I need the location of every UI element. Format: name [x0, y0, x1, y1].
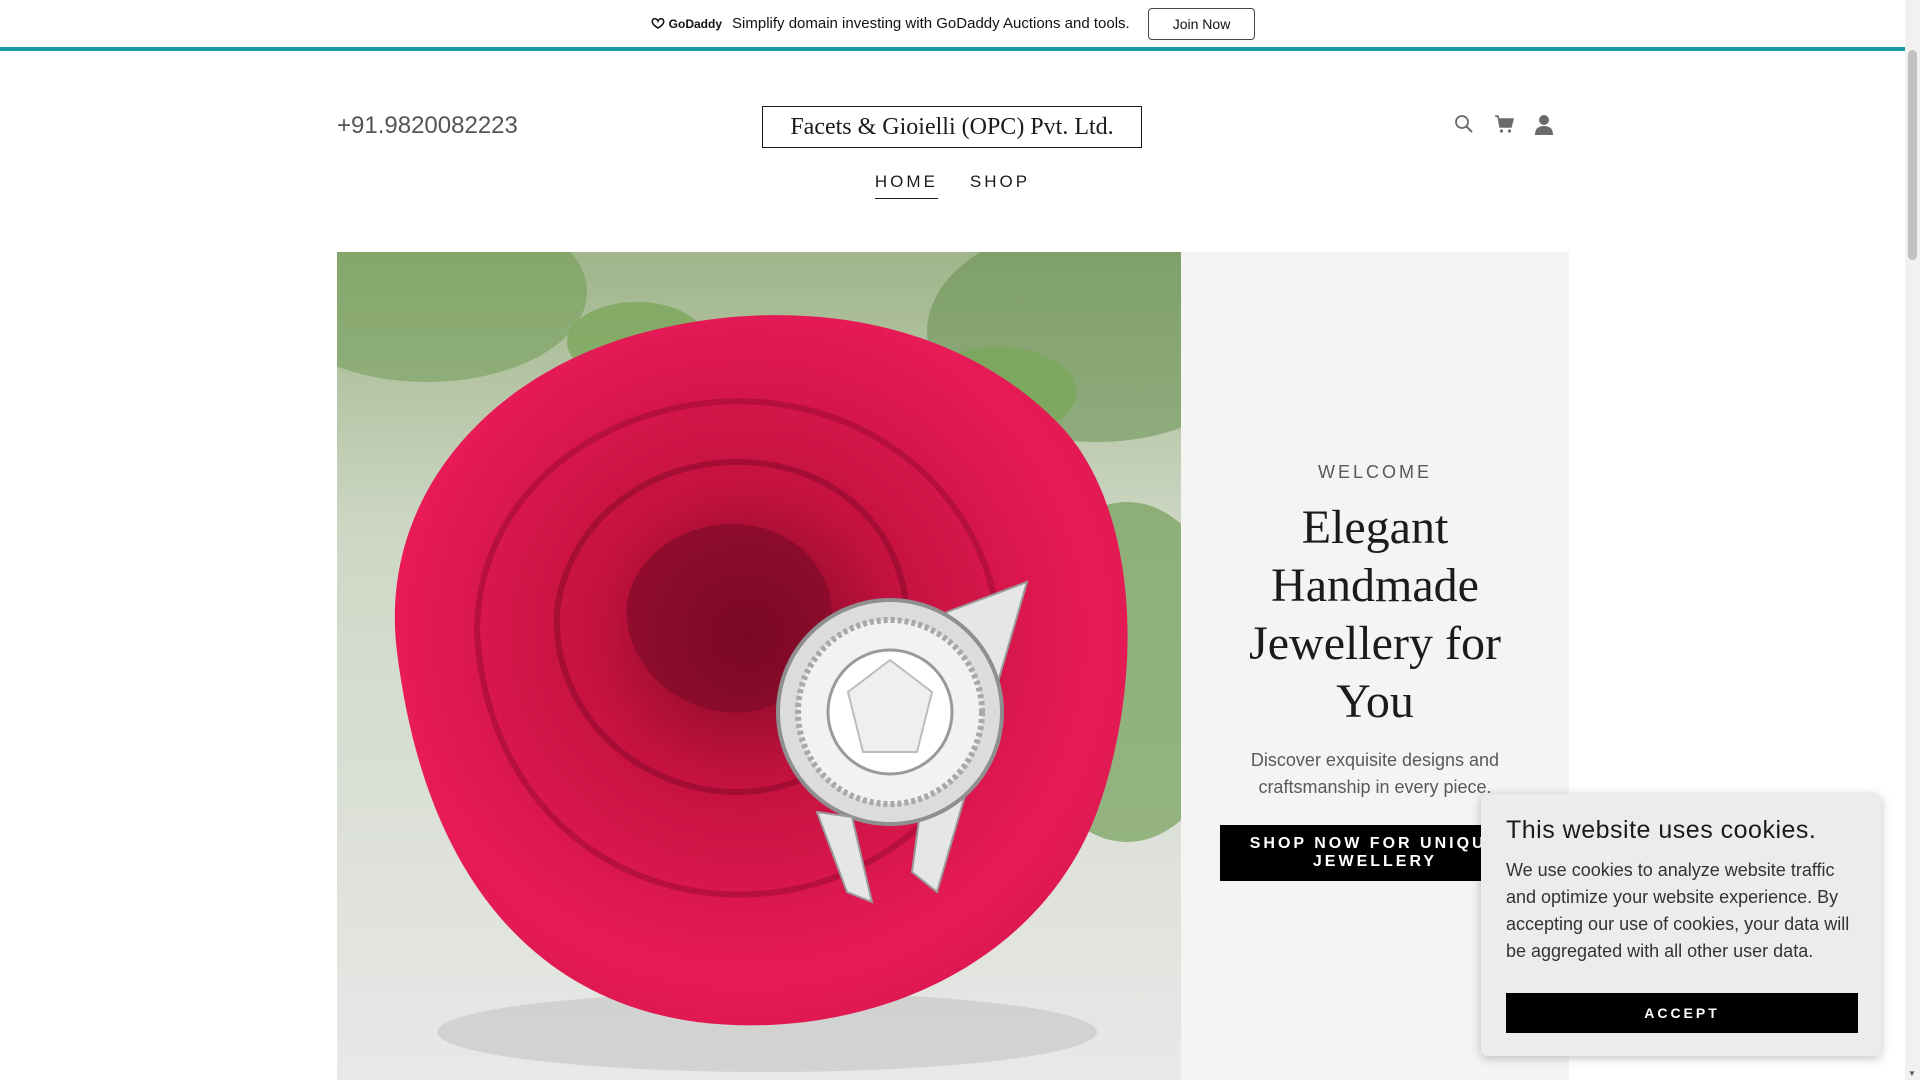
nav-home[interactable]: HOME [874, 172, 938, 199]
godaddy-logo-icon [651, 17, 665, 29]
hero-image [337, 252, 1181, 1080]
nav-shop[interactable]: SHOP [970, 172, 1030, 199]
cookie-body: We use cookies to analyze website traffi… [1506, 860, 1850, 961]
promo-message: Simplify domain investing with GoDaddy A… [732, 15, 1130, 32]
hero-eyebrow: WELCOME [1317, 462, 1432, 482]
scrollbar-thumb[interactable] [1908, 50, 1917, 260]
account-icon[interactable] [1533, 113, 1555, 135]
main-nav: HOME SHOP [0, 172, 1905, 199]
godaddy-wordmark: GoDaddy [668, 16, 723, 31]
cookie-banner: This website uses cookies. We use cookie… [1481, 794, 1881, 1056]
cookie-title: This website uses cookies. [1506, 816, 1817, 844]
promo-bar: GoDaddy Simplify domain investing with G… [0, 0, 1905, 51]
join-now-button[interactable]: Join Now [1147, 7, 1256, 40]
site-title[interactable]: Facets & Gioielli (OPC) Pvt. Ltd. [762, 106, 1142, 148]
godaddy-logo: GoDaddy [650, 17, 722, 31]
scroll-down-arrow-icon[interactable]: ▼ [1908, 1069, 1916, 1078]
scrollbar[interactable]: ▼ [1905, 0, 1920, 1080]
search-icon[interactable] [1453, 113, 1475, 135]
hero-subtext: Discover exquisite designs and craftsman… [1250, 750, 1500, 797]
hero-headline: Elegant Handmade Jewellery for You [1249, 501, 1501, 728]
header-icons [1453, 113, 1555, 135]
cart-icon[interactable] [1493, 113, 1515, 135]
rose-ring-illustration [337, 252, 1181, 1080]
phone-number-link[interactable]: +91.9820082223 [337, 112, 518, 140]
accept-cookies-button[interactable]: ACCEPT [1506, 993, 1858, 1033]
